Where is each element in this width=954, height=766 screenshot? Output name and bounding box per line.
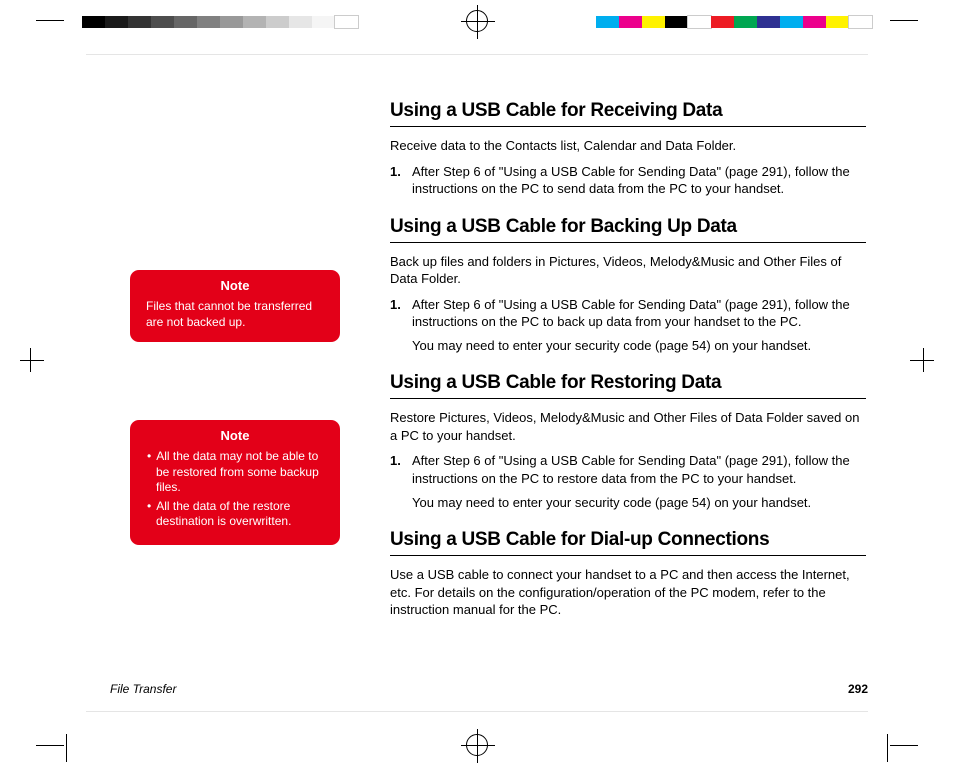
- note-bullet: All the data may not be able to be resto…: [142, 449, 328, 496]
- step-item: 1. After Step 6 of "Using a USB Cable fo…: [390, 296, 866, 331]
- footer-section-name: File Transfer: [110, 682, 176, 696]
- note-text: Files that cannot be transferred are not…: [142, 299, 328, 330]
- intro-text: Use a USB cable to connect your handset …: [390, 566, 866, 619]
- step-number: 1.: [390, 452, 412, 487]
- note-label: Note: [142, 428, 328, 443]
- printer-marks-top: [0, 0, 954, 40]
- printer-marks-bottom: [0, 726, 954, 766]
- step-text: After Step 6 of "Using a USB Cable for S…: [412, 296, 866, 331]
- greyscale-bar: [82, 16, 358, 28]
- color-bar: [596, 16, 872, 28]
- heading-receiving: Using a USB Cable for Receiving Data: [390, 100, 866, 127]
- registration-mark-icon: [466, 734, 488, 756]
- step-text: After Step 6 of "Using a USB Cable for S…: [412, 452, 866, 487]
- intro-text: Restore Pictures, Videos, Melody&Music a…: [390, 409, 866, 444]
- intro-text: Back up files and folders in Pictures, V…: [390, 253, 866, 288]
- registration-mark-icon: [466, 10, 488, 32]
- step-text: After Step 6 of "Using a USB Cable for S…: [412, 163, 866, 198]
- step-number: 1.: [390, 163, 412, 198]
- main-content: Using a USB Cable for Receiving Data Rec…: [360, 100, 866, 706]
- note-label: Note: [142, 278, 328, 293]
- heading-dialup: Using a USB Cable for Dial-up Connection…: [390, 529, 866, 556]
- footer-page-number: 292: [848, 682, 868, 696]
- page-footer: File Transfer 292: [110, 682, 868, 696]
- intro-text: Receive data to the Contacts list, Calen…: [390, 137, 866, 155]
- step-item: 1. After Step 6 of "Using a USB Cable fo…: [390, 452, 866, 487]
- step-subtext: You may need to enter your security code…: [412, 337, 866, 355]
- heading-restoring: Using a USB Cable for Restoring Data: [390, 372, 866, 399]
- note-box-backup: Note Files that cannot be transferred ar…: [130, 270, 340, 342]
- note-box-restore: Note All the data may not be able to be …: [130, 420, 340, 545]
- step-number: 1.: [390, 296, 412, 331]
- heading-backup: Using a USB Cable for Backing Up Data: [390, 216, 866, 243]
- note-bullet: All the data of the restore destination …: [142, 499, 328, 530]
- step-subtext: You may need to enter your security code…: [412, 494, 866, 512]
- step-item: 1. After Step 6 of "Using a USB Cable fo…: [390, 163, 866, 198]
